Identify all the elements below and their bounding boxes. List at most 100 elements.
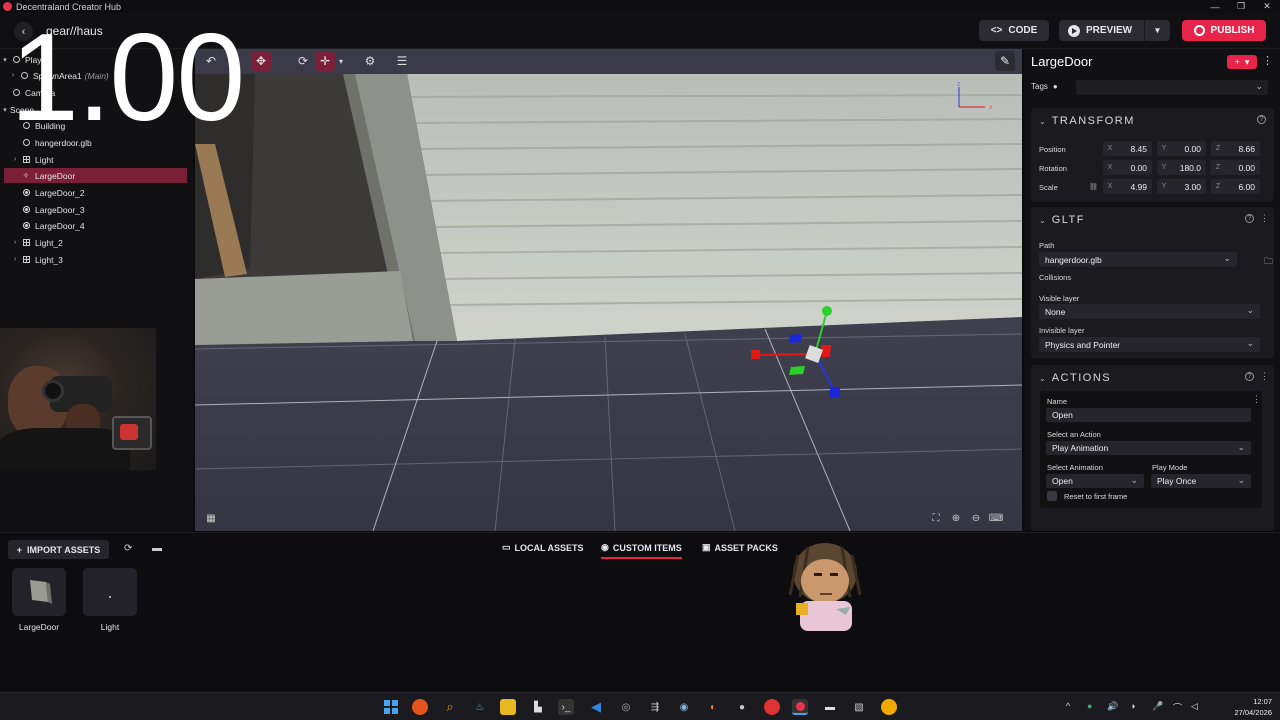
- position-x-input[interactable]: X 8.45: [1103, 141, 1152, 156]
- chevron-right-icon[interactable]: ›: [10, 156, 20, 163]
- app-icon[interactable]: ●: [734, 699, 750, 715]
- translate-tool-button[interactable]: ✥: [251, 51, 271, 71]
- close-icon[interactable]: ✕: [1254, 0, 1280, 13]
- publish-button[interactable]: PUBLISH: [1182, 20, 1266, 41]
- gizmo-options-button[interactable]: ▾: [335, 51, 347, 71]
- select-animation-dropdown[interactable]: Open ⌄: [1046, 474, 1144, 488]
- link-icon[interactable]: ⛓: [1089, 183, 1098, 191]
- rotation-x-input[interactable]: X 0.00: [1103, 160, 1152, 175]
- tab-custom-items[interactable]: ◉ CUSTOM ITEMS: [601, 542, 682, 559]
- viewport-bottom-right: ⛶ ⊕ ⊖ ⌨: [929, 511, 1004, 525]
- zoom-out-icon[interactable]: ⊖: [969, 511, 983, 525]
- more-icon[interactable]: ⋮: [1252, 394, 1261, 405]
- scene-viewport[interactable]: z x ↶ ✥ ⟳ ✛ ▾ ⚙ ☰ ✎ ▦ ⛶ ⊕ ⊖ ⌨: [195, 49, 1022, 531]
- speaker-icon[interactable]: 🔊: [1107, 701, 1118, 712]
- app-icon[interactable]: ▙: [530, 699, 546, 715]
- tray-app-icon[interactable]: ●: [1087, 701, 1092, 711]
- tags-dropdown[interactable]: ⌄: [1076, 80, 1268, 95]
- chrome-icon[interactable]: [881, 699, 897, 715]
- app-icon[interactable]: ▬: [822, 699, 838, 715]
- refresh-icon[interactable]: ⟳: [124, 543, 132, 554]
- app-icon[interactable]: ◎: [618, 699, 634, 715]
- tree-item-largedoor[interactable]: ✧ LargeDoor: [4, 168, 187, 183]
- tree-item-largedoor-2[interactable]: LargeDoor_2: [0, 185, 187, 200]
- maximize-icon[interactable]: ❐: [1228, 0, 1254, 13]
- edit-code-button[interactable]: ✎: [995, 51, 1015, 71]
- preview-options-button[interactable]: ▼: [1145, 26, 1170, 35]
- tab-asset-packs[interactable]: ▣ ASSET PACKS: [702, 542, 778, 553]
- app-icon[interactable]: ⇶: [647, 699, 663, 715]
- app-icon[interactable]: [764, 699, 780, 715]
- path-dropdown[interactable]: hangerdoor.glb ⌄: [1039, 252, 1237, 267]
- more-icon[interactable]: ⋮: [1260, 213, 1269, 224]
- play-mode-dropdown[interactable]: Play Once ⌄: [1151, 474, 1251, 488]
- folder-icon[interactable]: 🗀: [1264, 254, 1273, 270]
- keyboard-icon[interactable]: ⌨: [989, 511, 1003, 525]
- decentraland-hub-taskbar-icon[interactable]: [792, 699, 808, 715]
- microphone-icon[interactable]: 🎤: [1152, 701, 1163, 712]
- vscode-icon[interactable]: ◀: [588, 699, 604, 715]
- more-icon[interactable]: ⋮: [1260, 371, 1269, 382]
- network-icon[interactable]: ⌒: [1173, 701, 1182, 714]
- rotation-z-input[interactable]: Z 0.00: [1211, 160, 1260, 175]
- search-icon[interactable]: ⌕: [442, 699, 458, 715]
- volume-icon[interactable]: ◁: [1191, 701, 1198, 712]
- gltf-header[interactable]: ⌄ GLTF: [1039, 214, 1085, 226]
- preview-button[interactable]: PREVIEW ▼: [1059, 20, 1170, 41]
- file-explorer-icon[interactable]: [500, 699, 516, 715]
- transform-header[interactable]: ⌄ TRANSFORM: [1039, 115, 1135, 127]
- preview-main-button[interactable]: PREVIEW: [1059, 20, 1145, 41]
- entity-menu-icon[interactable]: ⋮: [1262, 54, 1273, 67]
- brave-browser-icon[interactable]: [412, 699, 428, 715]
- blender-icon[interactable]: ◐: [705, 699, 721, 715]
- app-icon[interactable]: ◉: [676, 699, 692, 715]
- visible-layer-dropdown[interactable]: None ⌄: [1039, 304, 1260, 319]
- tab-local-assets[interactable]: ▭ LOCAL ASSETS: [502, 542, 584, 553]
- tree-item-largedoor-3[interactable]: LargeDoor_3: [0, 202, 187, 217]
- grid-icon[interactable]: ▦: [204, 511, 218, 525]
- tree-item-light[interactable]: › Light: [0, 152, 187, 167]
- rotation-y-input[interactable]: Y 180.0: [1157, 160, 1206, 175]
- tree-item-largedoor-4[interactable]: LargeDoor_4: [0, 218, 187, 233]
- app-icon[interactable]: ▧: [851, 699, 867, 715]
- settings-button[interactable]: ⚙: [360, 51, 380, 71]
- scale-y-input[interactable]: Y 3.00: [1157, 179, 1206, 194]
- invisible-layer-dropdown[interactable]: Physics and Pointer ⌄: [1039, 337, 1260, 352]
- scale-x-input[interactable]: X 4.99: [1103, 179, 1152, 194]
- add-component-button[interactable]: + ▾: [1227, 55, 1257, 69]
- layout-button[interactable]: ☰: [392, 51, 412, 71]
- gizmo-tool-button[interactable]: ✛: [315, 51, 335, 71]
- chevron-down-icon[interactable]: ▾: [0, 56, 10, 64]
- select-action-dropdown[interactable]: Play Animation ⌄: [1046, 441, 1251, 455]
- asset-thumbnail-largedoor[interactable]: [12, 568, 66, 616]
- chevron-right-icon[interactable]: ›: [10, 256, 20, 263]
- minimize-icon[interactable]: —: [1202, 0, 1228, 13]
- code-button[interactable]: <> CODE: [979, 20, 1049, 41]
- tray-app-icon[interactable]: ◑: [1130, 701, 1135, 711]
- position-y-input[interactable]: Y 0.00: [1157, 141, 1206, 156]
- tree-item-light-2[interactable]: › Light_2: [0, 235, 187, 250]
- help-icon[interactable]: ?: [1245, 214, 1254, 223]
- chevron-down-icon[interactable]: ▾: [0, 106, 10, 114]
- focus-icon[interactable]: ⛶: [929, 511, 943, 525]
- chevron-right-icon[interactable]: ›: [10, 239, 20, 246]
- help-icon[interactable]: ?: [1245, 372, 1254, 381]
- windows-start-icon[interactable]: [383, 699, 399, 715]
- folder-icon[interactable]: ▬: [152, 543, 162, 554]
- terminal-icon[interactable]: ›_: [558, 699, 574, 715]
- reset-checkbox[interactable]: [1047, 491, 1057, 501]
- scale-z-input[interactable]: Z 6.00: [1211, 179, 1260, 194]
- action-name-input[interactable]: Open: [1046, 408, 1251, 422]
- zoom-in-icon[interactable]: ⊕: [949, 511, 963, 525]
- tree-item-light-3[interactable]: › Light_3: [0, 252, 187, 267]
- import-assets-button[interactable]: + IMPORT ASSETS: [8, 540, 109, 559]
- asset-thumbnail-light[interactable]: [83, 568, 137, 616]
- position-z-input[interactable]: Z 8.66: [1211, 141, 1260, 156]
- steam-icon[interactable]: ♨: [472, 699, 488, 715]
- system-clock[interactable]: 12:07 27/04/2026: [1234, 696, 1272, 718]
- rotate-tool-button[interactable]: ⟳: [293, 51, 313, 71]
- help-icon[interactable]: ?: [1257, 115, 1266, 124]
- image-icon: ▣: [702, 542, 711, 552]
- chevron-up-icon[interactable]: ^: [1066, 701, 1070, 711]
- actions-header[interactable]: ⌄ ACTIONS: [1039, 372, 1111, 384]
